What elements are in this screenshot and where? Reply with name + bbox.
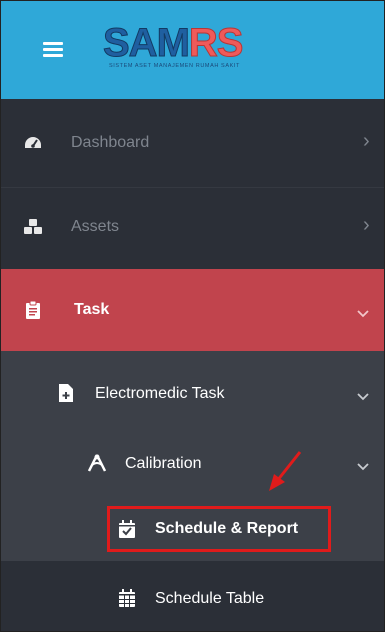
sidebar-item-task[interactable]: Task (1, 269, 384, 351)
calibration-icon (87, 454, 107, 472)
highlight-box (107, 506, 331, 552)
sidebar-item-schedule-table[interactable]: Schedule Table (1, 561, 384, 631)
clipboard-icon (26, 301, 40, 319)
sidebar-item-label: Dashboard (71, 134, 150, 151)
file-plus-icon (59, 384, 73, 402)
logo-accent-text: RS (188, 21, 244, 65)
sidebar-header: SAMRS SISTEM ASET MANAJEMEN RUMAH SAKIT (1, 1, 384, 99)
chevron-right-icon: › (363, 130, 370, 152)
samrs-logo[interactable]: SAMRS SISTEM ASET MANAJEMEN RUMAH SAKIT (103, 23, 293, 81)
sidebar-item-calibration[interactable]: Calibration (1, 431, 384, 499)
sidebar-item-label: Task (74, 301, 110, 318)
chevron-down-icon (357, 310, 369, 318)
sidebar-item-electromedic-task[interactable]: Electromedic Task (1, 351, 384, 431)
sidebar-item-dashboard[interactable]: Dashboard › (1, 99, 384, 187)
submenu-item-label: Electromedic Task (95, 385, 225, 402)
sidebar-item-assets[interactable]: Assets › (1, 188, 384, 269)
hamburger-menu-icon[interactable] (43, 42, 63, 57)
logo-main-text: SAM (103, 21, 191, 65)
chevron-right-icon: › (363, 214, 370, 236)
speedometer-icon (25, 137, 41, 148)
submenu-item-label: Schedule Table (155, 590, 265, 607)
calendar-grid-icon (119, 589, 135, 607)
chevron-down-icon (357, 393, 369, 401)
annotation-arrow-icon (269, 451, 302, 491)
submenu-item-label: Calibration (125, 455, 202, 472)
logo-subtitle: SISTEM ASET MANAJEMEN RUMAH SAKIT (109, 63, 240, 69)
chevron-down-icon (357, 463, 369, 471)
sidebar-item-label: Assets (71, 218, 120, 235)
cubes-icon (24, 219, 42, 234)
sidebar-frame: SAMRS SISTEM ASET MANAJEMEN RUMAH SAKIT … (0, 0, 385, 632)
